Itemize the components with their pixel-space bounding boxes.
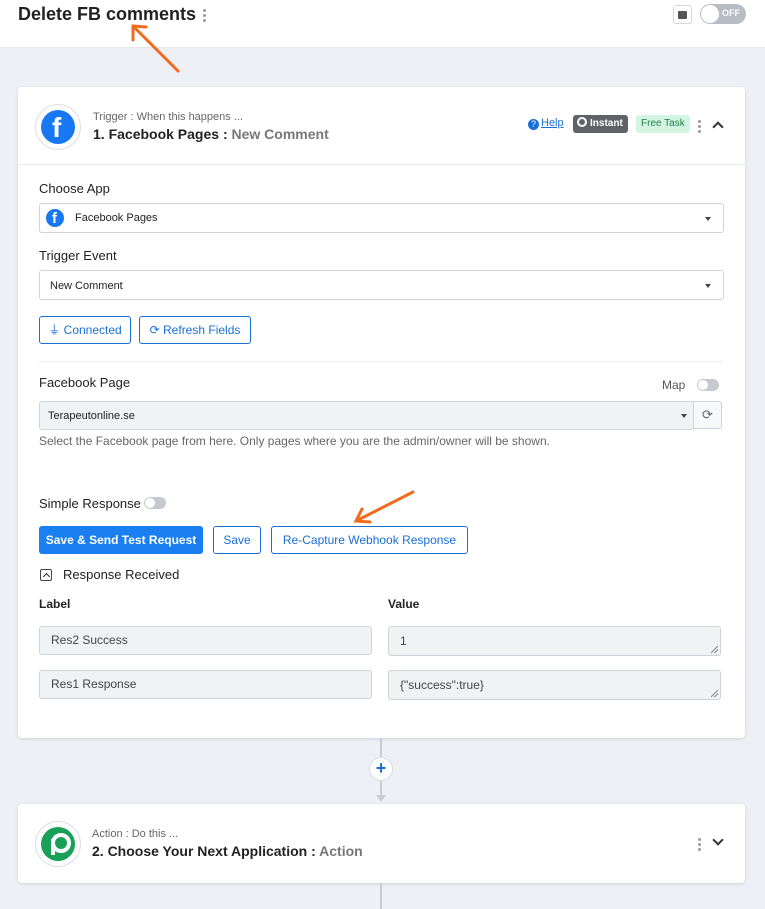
connected-button[interactable]: ⏚ Connected — [39, 316, 131, 344]
caret-down-icon — [705, 217, 711, 221]
clock-icon — [577, 117, 587, 127]
step-connector — [380, 883, 382, 909]
trigger-caption: Trigger : When this happens ... — [93, 111, 243, 123]
trigger-step-header[interactable]: Trigger : When this happens ... 1. Faceb… — [18, 87, 745, 165]
refresh-icon: ⟳ — [702, 407, 713, 422]
workflow-toggle[interactable]: OFF — [700, 4, 746, 24]
save-button[interactable]: Save — [213, 526, 261, 554]
action-more-icon[interactable] — [698, 836, 701, 853]
action-event-name: Action — [319, 843, 363, 859]
trigger-event-select[interactable]: New Comment — [39, 270, 724, 300]
facebook-page-hint: Select the Facebook page from here. Only… — [39, 434, 550, 448]
trigger-event-name: New Comment — [231, 126, 329, 142]
connected-label: Connected — [63, 323, 122, 337]
recapture-webhook-button[interactable]: Re-Capture Webhook Response — [271, 526, 468, 554]
action-caption: Action : Do this ... — [92, 828, 179, 840]
help-label: Help — [541, 117, 564, 129]
collapse-response-icon[interactable] — [40, 569, 52, 581]
trigger-app-name: 1. Facebook Pages : — [93, 126, 228, 142]
choose-app-label: Choose App — [39, 181, 110, 196]
caret-down-icon — [681, 414, 687, 418]
map-toggle[interactable] — [697, 379, 719, 391]
step-connector — [380, 738, 382, 757]
chevron-down-icon[interactable] — [712, 834, 724, 846]
action-step-card[interactable]: Action : Do this ... 2. Choose Your Next… — [18, 804, 745, 883]
pabbly-icon — [41, 827, 75, 861]
notes-icon[interactable] — [673, 5, 692, 24]
response-received-label: Response Received — [63, 567, 180, 582]
trigger-step-title: 1. Facebook Pages : New Comment — [93, 126, 329, 142]
help-icon: ? — [528, 119, 539, 130]
trigger-more-icon[interactable] — [698, 118, 701, 135]
simple-response-label: Simple Response — [39, 496, 141, 511]
refresh-fields-label: Refresh Fields — [163, 323, 241, 337]
refresh-fields-button[interactable]: ⟳ Refresh Fields — [139, 316, 251, 344]
help-link[interactable]: ? Help — [528, 117, 564, 130]
trigger-app-logo — [35, 104, 81, 150]
label-column-header: Label — [39, 597, 71, 611]
facebook-page-label: Facebook Page — [39, 375, 131, 390]
refresh-icon: ⟳ — [149, 323, 160, 337]
response-label-field[interactable]: Res2 Success — [39, 626, 372, 655]
trigger-event-label: Trigger Event — [39, 248, 117, 263]
workflow-title[interactable]: Delete FB comments — [18, 4, 196, 25]
reload-pages-button[interactable]: ⟳ — [693, 401, 722, 429]
plug-icon: ⏚ — [48, 323, 61, 337]
facebook-icon — [46, 209, 64, 227]
choose-app-value: Facebook Pages — [75, 212, 158, 224]
facebook-page-select[interactable]: Terapeutonline.se — [39, 401, 694, 430]
section-divider — [39, 361, 723, 362]
resize-grip-icon[interactable] — [711, 690, 718, 697]
action-step-title: 2. Choose Your Next Application : Action — [92, 843, 363, 859]
instant-label: Instant — [590, 118, 623, 129]
resize-grip-icon[interactable] — [711, 646, 718, 653]
response-value-text: 1 — [400, 634, 407, 648]
toggle-knob — [701, 5, 719, 23]
workflow-more-icon[interactable] — [203, 7, 206, 24]
response-value-field[interactable]: {"success":true} — [388, 670, 721, 700]
action-app-name: 2. Choose Your Next Application : — [92, 843, 316, 859]
trigger-step-card: Trigger : When this happens ... 1. Faceb… — [18, 87, 745, 738]
facebook-page-value: Terapeutonline.se — [48, 410, 135, 422]
choose-app-select[interactable]: Facebook Pages — [39, 203, 724, 233]
free-task-badge: Free Task — [636, 115, 690, 133]
response-value-text: {"success":true} — [400, 678, 484, 692]
instant-badge: Instant — [573, 115, 628, 133]
add-step-button[interactable]: + — [369, 757, 393, 781]
action-app-logo — [35, 821, 81, 867]
response-label-field[interactable]: Res1 Response — [39, 670, 372, 699]
step-connector — [380, 781, 382, 796]
value-column-header: Value — [388, 597, 420, 611]
facebook-icon — [41, 110, 75, 144]
map-label: Map — [662, 378, 686, 392]
arrow-down-icon — [376, 795, 386, 802]
trigger-event-value: New Comment — [50, 280, 123, 292]
toggle-label: OFF — [722, 8, 740, 18]
caret-down-icon — [705, 284, 711, 288]
chevron-up-icon[interactable] — [712, 121, 724, 133]
simple-response-toggle[interactable] — [144, 497, 166, 509]
workflow-header: Delete FB comments OFF — [0, 0, 765, 48]
response-value-field[interactable]: 1 — [388, 626, 721, 656]
save-send-test-button[interactable]: Save & Send Test Request — [39, 526, 203, 554]
